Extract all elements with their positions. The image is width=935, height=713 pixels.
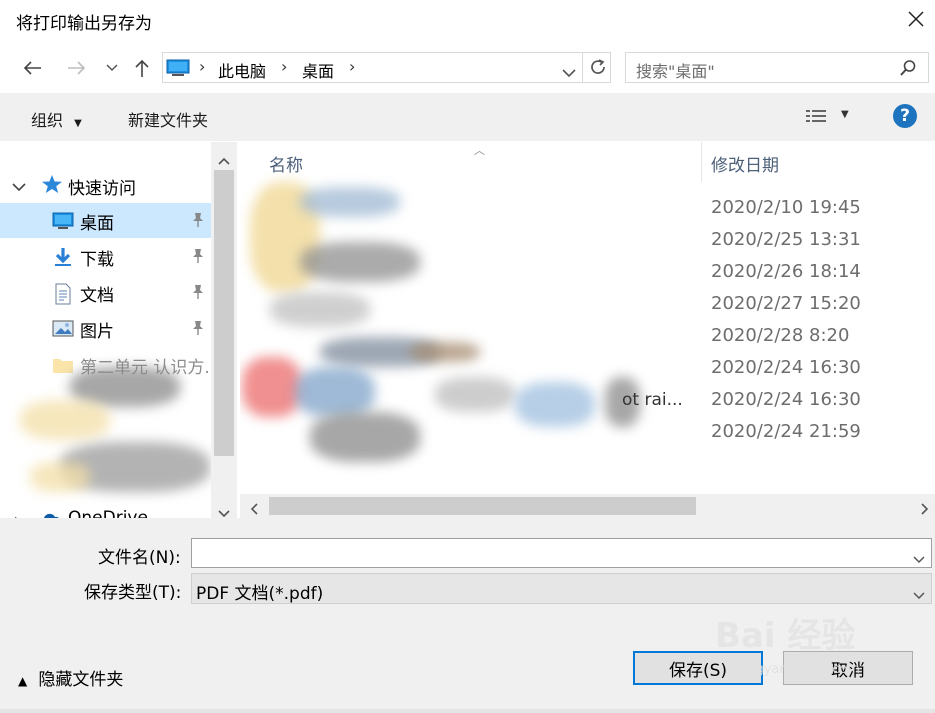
pin-icon[interactable]: [191, 212, 205, 228]
redacted-smudge: [20, 400, 110, 440]
filename-field[interactable]: [191, 538, 932, 568]
nav-item-documents[interactable]: 文档: [0, 275, 211, 310]
nav-item-pictures[interactable]: 图片: [0, 311, 211, 346]
file-date: 2020/2/24 21:59: [711, 421, 861, 442]
back-arrow-icon[interactable]: [18, 54, 46, 82]
file-date: 2020/2/26 18:14: [711, 261, 861, 282]
scroll-right-icon[interactable]: [921, 500, 929, 519]
redacted-smudge: [30, 462, 90, 492]
picture-icon: [52, 319, 74, 339]
search-icon[interactable]: [899, 59, 917, 81]
hide-folders-toggle[interactable]: ▲ 隐藏文件夹: [18, 665, 123, 690]
file-date: 2020/2/24 16:30: [711, 357, 861, 378]
nav-item-label: 图片: [80, 322, 114, 342]
address-dropdown-chevron-icon[interactable]: [562, 63, 576, 82]
file-date: 2020/2/27 15:20: [711, 293, 861, 314]
document-icon: [52, 283, 74, 305]
nav-vertical-scrollbar[interactable]: [211, 142, 237, 518]
recent-locations-chevron-icon[interactable]: [98, 54, 126, 82]
pin-icon[interactable]: [191, 248, 205, 264]
file-list-horizontal-scrollbar[interactable]: [240, 494, 935, 518]
divider: [582, 53, 583, 82]
download-icon: [52, 247, 74, 267]
filetype-select[interactable]: PDF 文档(*.pdf): [191, 573, 932, 604]
file-list: ︿ 名称 修改日期 ot rai... 2020/2/10 19:45 2020…: [240, 142, 935, 518]
redacted-smudge: [410, 342, 480, 362]
toolbar: 组织 ▼ 新建文件夹 ▼ ?: [0, 93, 935, 141]
title-bar: 将打印输出另存为: [0, 0, 935, 40]
redacted-smudge: [300, 187, 400, 217]
file-date: 2020/2/25 13:31: [711, 229, 861, 250]
filetype-dropdown-chevron-icon[interactable]: [913, 585, 925, 604]
watermark-url: jingyan.baidu.com: [740, 662, 860, 677]
pc-icon: [166, 59, 190, 76]
file-date: 2020/2/24 16:30: [711, 389, 861, 410]
nav-item-label: 下载: [80, 250, 114, 270]
scrollbar-thumb[interactable]: [214, 170, 234, 456]
redacted-smudge: [300, 242, 420, 282]
filetype-label: 保存类型(T):: [84, 583, 182, 603]
folder-icon: [52, 355, 74, 375]
chevron-up-icon: ▲: [18, 674, 28, 688]
pin-icon[interactable]: [191, 320, 205, 336]
redacted-smudge: [515, 382, 595, 427]
watermark-logo: Bai 经验: [715, 616, 856, 656]
organize-button[interactable]: 组织 ▼: [31, 107, 82, 131]
dialog-title: 将打印输出另存为: [16, 14, 152, 34]
search-placeholder: 搜索"桌面": [636, 62, 715, 81]
sort-ascending-icon: ︿: [474, 144, 485, 157]
help-icon[interactable]: ?: [893, 104, 917, 128]
expand-chevron-icon[interactable]: [12, 177, 26, 196]
onedrive-label[interactable]: OneDrive: [68, 508, 148, 518]
search-box[interactable]: 搜索"桌面": [625, 52, 929, 83]
scrollbar-thumb[interactable]: [269, 497, 696, 515]
address-bar[interactable]: › 此电脑 › 桌面 ›: [162, 52, 611, 83]
redacted-smudge: [270, 292, 370, 327]
nav-item-label: 桌面: [80, 214, 114, 234]
filename-label: 文件名(N):: [98, 548, 181, 568]
organize-label: 组织: [31, 111, 64, 130]
breadcrumb-separator-icon: ›: [281, 57, 288, 76]
nav-item-label: 文档: [80, 286, 114, 306]
filename-dropdown-chevron-icon[interactable]: [913, 549, 925, 568]
view-dropdown-caret-icon[interactable]: ▼: [841, 109, 849, 120]
breadcrumb-desktop[interactable]: 桌面: [302, 58, 334, 82]
filetype-value: PDF 文档(*.pdf): [196, 584, 324, 604]
breadcrumb-separator-icon: ›: [349, 57, 356, 76]
column-header-name[interactable]: 名称: [269, 151, 303, 176]
redacted-smudge: [435, 377, 515, 412]
desktop-icon: [52, 211, 74, 231]
view-options-icon[interactable]: [805, 108, 827, 130]
window-border: [0, 709, 935, 713]
file-date: 2020/2/28 8:20: [711, 325, 850, 346]
up-arrow-icon[interactable]: [128, 54, 156, 82]
redacted-smudge: [242, 357, 302, 417]
column-separator: [701, 142, 702, 182]
breadcrumb-separator-icon: ›: [199, 57, 206, 76]
forward-arrow-icon[interactable]: [63, 54, 91, 82]
pin-icon[interactable]: [191, 284, 205, 300]
star-icon: [41, 174, 63, 198]
scroll-left-icon[interactable]: [250, 500, 258, 519]
refresh-icon[interactable]: [589, 58, 607, 80]
scroll-up-icon[interactable]: [218, 150, 230, 169]
file-date: 2020/2/10 19:45: [711, 197, 861, 218]
close-icon[interactable]: [903, 6, 929, 32]
redacted-smudge: [310, 412, 420, 462]
file-name-fragment[interactable]: ot rai...: [622, 390, 683, 410]
caret-down-icon: ▼: [74, 118, 82, 129]
quick-access-label[interactable]: 快速访问: [68, 174, 136, 199]
column-header-date[interactable]: 修改日期: [711, 151, 779, 176]
breadcrumb-this-pc[interactable]: 此电脑: [218, 58, 266, 82]
navigation-pane: 快速访问 桌面 下载 文档 图片 认识方... OneDrive: [0, 142, 240, 518]
hide-folders-label: 隐藏文件夹: [38, 670, 124, 690]
nav-item-downloads[interactable]: 下载: [0, 239, 211, 274]
redacted-smudge: [295, 367, 375, 417]
nav-item-desktop[interactable]: 桌面: [0, 203, 211, 238]
new-folder-button[interactable]: 新建文件夹: [128, 107, 208, 131]
